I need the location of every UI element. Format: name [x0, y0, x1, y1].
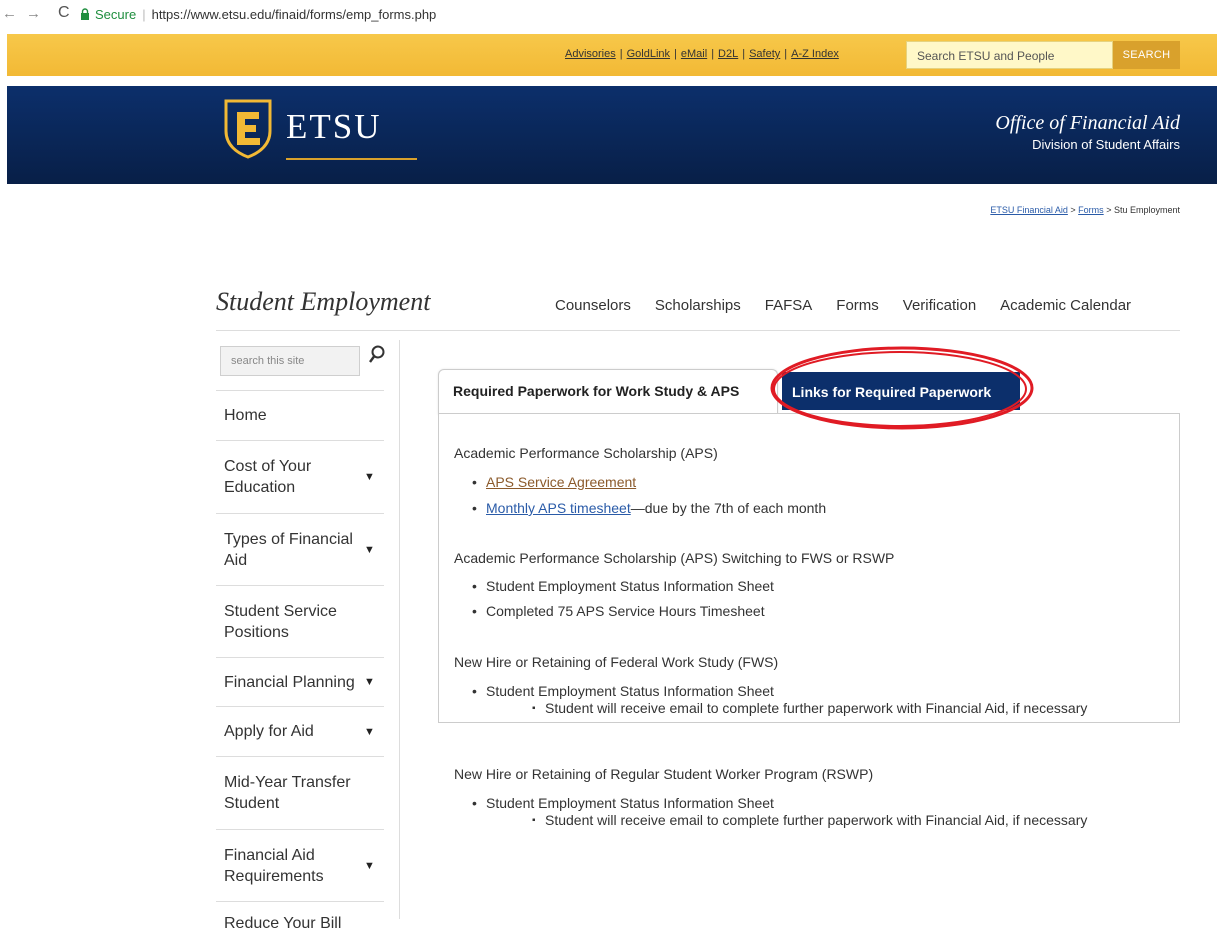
- reload-icon[interactable]: C: [58, 4, 70, 22]
- logo-wordmark: ETSU: [286, 107, 382, 146]
- utility-link-goldlink[interactable]: GoldLink: [627, 48, 670, 60]
- chevron-down-icon[interactable]: ▼: [364, 726, 375, 738]
- breadcrumb-separator: >: [1070, 205, 1076, 215]
- utility-link-az-index[interactable]: A-Z Index: [791, 48, 839, 60]
- tab-panel: Academic Performance Scholarship (APS) A…: [438, 413, 1180, 829]
- chevron-down-icon[interactable]: ▼: [364, 860, 375, 872]
- breadcrumb-forms[interactable]: Forms: [1078, 205, 1104, 215]
- sidebar-item-label: Reduce Your Bill: [224, 915, 342, 932]
- breadcrumb-separator: >: [1106, 205, 1112, 215]
- site-search-input[interactable]: search this site: [220, 346, 360, 376]
- nav-scholarships[interactable]: Scholarships: [655, 297, 741, 314]
- chevron-down-icon[interactable]: ▼: [364, 676, 375, 688]
- section-heading-rswp: New Hire or Retaining of Regular Student…: [454, 766, 874, 782]
- forward-arrow-icon[interactable]: →: [26, 5, 41, 22]
- timesheet-due-note: —due by the 7th of each month: [630, 500, 827, 516]
- office-title: Office of Financial Aid: [995, 112, 1180, 134]
- section-heading-fws: New Hire or Retaining of Federal Work St…: [454, 654, 779, 670]
- section-heading-aps-switching: Academic Performance Scholarship (APS) S…: [454, 550, 895, 566]
- breadcrumb-financial-aid[interactable]: ETSU Financial Aid: [990, 205, 1068, 215]
- sidebar-item-cost-of-education[interactable]: Cost of Your Education ▼: [216, 440, 384, 513]
- section-nav: Counselors Scholarships FAFSA Forms Veri…: [555, 297, 1131, 314]
- etsu-logo[interactable]: ETSU: [223, 99, 419, 160]
- sidebar-item-financial-planning[interactable]: Financial Planning ▼: [216, 657, 384, 706]
- list-item: Student Employment Status Information Sh…: [472, 683, 774, 699]
- utility-links: Advisories | GoldLink | eMail | D2L | Safety | A-Z…: [565, 48, 839, 60]
- office-subtitle: Division of Student Affairs: [1032, 137, 1180, 152]
- sidebar-item-label: Financial Aid Requirements: [224, 846, 324, 885]
- nav-forms[interactable]: Forms: [836, 297, 879, 314]
- nav-verification[interactable]: Verification: [903, 297, 976, 314]
- link-divider: |: [619, 48, 623, 60]
- nav-academic-calendar[interactable]: Academic Calendar: [1000, 297, 1131, 314]
- browser-toolbar: ← → C Secure | https://www.etsu.edu/fina…: [0, 0, 1217, 30]
- sidebar-item-mid-year-transfer[interactable]: Mid-Year Transfer Student: [216, 756, 384, 829]
- sub-list-item: Student will receive email to complete f…: [532, 700, 1145, 717]
- chevron-down-icon[interactable]: ▼: [364, 471, 375, 483]
- office-block: Office of Financial Aid Division of Stud…: [995, 112, 1180, 152]
- url-text[interactable]: https://www.etsu.edu/finaid/forms/emp_fo…: [152, 7, 437, 22]
- sidebar-item-label: Types of Financial Aid: [224, 530, 353, 569]
- breadcrumb: ETSU Financial Aid > Forms > Stu Employm…: [990, 205, 1180, 215]
- address-bar[interactable]: Secure | https://www.etsu.edu/finaid/for…: [80, 3, 436, 25]
- sidebar-item-student-service-positions[interactable]: Student Service Positions: [216, 585, 384, 657]
- sidebar-item-apply-for-aid[interactable]: Apply for Aid ▼: [216, 706, 384, 756]
- aps-service-agreement-link[interactable]: APS Service Agreement: [486, 474, 636, 490]
- sidebar-item-reduce-your-bill[interactable]: Reduce Your Bill: [216, 901, 384, 941]
- list-item: Completed 75 APS Service Hours Timesheet: [472, 603, 765, 619]
- list-item: Student Employment Status Information Sh…: [472, 578, 774, 594]
- link-divider: |: [711, 48, 715, 60]
- sidebar-divider: [399, 340, 400, 919]
- etsu-search-button[interactable]: SEARCH: [1113, 41, 1180, 69]
- search-icon[interactable]: [368, 344, 386, 366]
- link-divider: |: [784, 48, 788, 60]
- site-header: ETSU Office of Financial Aid Division of…: [7, 86, 1217, 184]
- utility-bar: Advisories | GoldLink | eMail | D2L | Safety | A-Z…: [7, 34, 1217, 76]
- sidebar-item-label: Apply for Aid: [224, 723, 314, 740]
- secure-label: Secure: [95, 6, 137, 22]
- etsu-search-input[interactable]: Search ETSU and People: [906, 41, 1113, 69]
- url-separator: |: [142, 6, 146, 22]
- list-item: Student Employment Status Information Sh…: [472, 795, 774, 811]
- shield-logo-icon: [224, 99, 272, 159]
- list-item: APS Service Agreement: [472, 474, 636, 490]
- sub-list-item: Student will receive email to complete f…: [532, 812, 1145, 829]
- section-heading-aps: Academic Performance Scholarship (APS): [454, 445, 718, 461]
- nav-counselors[interactable]: Counselors: [555, 297, 631, 314]
- tab-links-required-paperwork[interactable]: Links for Required Paperwork: [782, 372, 1020, 410]
- monthly-aps-timesheet-link[interactable]: Monthly APS timesheet: [486, 500, 631, 516]
- title-divider: [216, 330, 1180, 331]
- utility-link-d2l[interactable]: D2L: [718, 48, 738, 60]
- utility-link-advisories[interactable]: Advisories: [565, 48, 616, 60]
- back-arrow-icon[interactable]: ←: [2, 5, 17, 22]
- sidebar-item-label: Cost of Your Education: [224, 458, 312, 496]
- logo-underline: [286, 158, 417, 160]
- sidebar-item-home[interactable]: Home: [216, 390, 384, 440]
- nav-fafsa[interactable]: FAFSA: [765, 297, 813, 314]
- sidebar-item-label: Home: [224, 407, 267, 424]
- utility-link-email[interactable]: eMail: [681, 48, 707, 60]
- link-divider: |: [742, 48, 746, 60]
- lock-icon: [81, 8, 89, 20]
- sidebar-item-label: Mid-Year Transfer Student: [224, 774, 351, 812]
- link-divider: |: [674, 48, 677, 60]
- tab-required-paperwork[interactable]: Required Paperwork for Work Study & APS: [438, 369, 778, 415]
- list-item: Monthly APS timesheet—due by the 7th of …: [472, 500, 827, 516]
- chevron-down-icon[interactable]: ▼: [364, 544, 375, 556]
- breadcrumb-current: Stu Employment: [1113, 205, 1180, 215]
- sidebar-item-label: Student Service Positions: [224, 602, 337, 641]
- sidebar-item-label: Financial Planning: [224, 673, 355, 691]
- utility-link-safety[interactable]: Safety: [749, 48, 780, 60]
- page-title[interactable]: Student Employment: [216, 287, 430, 317]
- sidebar-item-types-of-aid[interactable]: Types of Financial Aid ▼: [216, 513, 384, 585]
- sidebar-item-financial-aid-requirements[interactable]: Financial Aid Requirements ▼: [216, 829, 384, 901]
